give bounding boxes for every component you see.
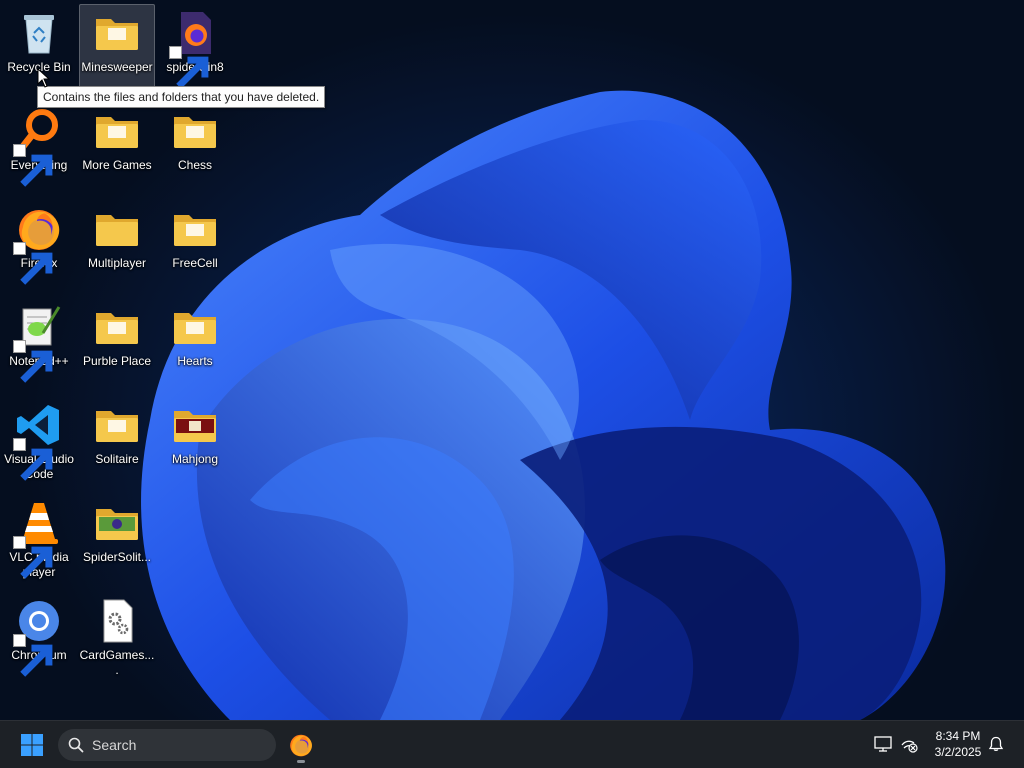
taskbar-firefox-button[interactable] xyxy=(283,725,319,765)
folder-icon xyxy=(171,107,219,155)
desktop-icon-vscode[interactable]: Visual Studio Code xyxy=(1,396,77,486)
desktop-icon-more-games[interactable]: More Games xyxy=(79,102,155,192)
clock-date: 3/2/2025 xyxy=(934,745,982,759)
everything-icon xyxy=(13,107,63,187)
desktop-icon-label: Mahjong xyxy=(171,452,219,466)
taskbar-search-box[interactable]: Search xyxy=(58,729,276,761)
folder-icon xyxy=(93,303,141,351)
desktop-icon-everything[interactable]: Everything xyxy=(1,102,77,192)
shortcut-arrow-icon xyxy=(169,46,209,89)
desktop-icon-label: Hearts xyxy=(177,354,213,368)
settings-file-icon xyxy=(93,597,141,645)
desktop-icon-minesweeper[interactable]: Minesweeper xyxy=(79,4,155,94)
desktop-icon-mahjong[interactable]: Mahjong xyxy=(157,396,233,486)
folder-icon xyxy=(93,401,141,449)
desktop-icon-purble-place[interactable]: Purble Place xyxy=(79,298,155,388)
recycle-icon xyxy=(15,9,63,57)
desktop-icon-chromium[interactable]: Chromium xyxy=(1,592,77,682)
desktop-icon-notepadpp[interactable]: Notepad++ xyxy=(1,298,77,388)
tray-network-icon[interactable] xyxy=(899,734,919,754)
desktop[interactable]: Recycle Bin Minesweeper spiderwin8 Every… xyxy=(0,0,1024,720)
vlc-icon xyxy=(13,499,63,579)
desktop-icon-label: Multiplayer xyxy=(87,256,147,270)
chromium-icon xyxy=(13,597,63,677)
folder-spider-icon xyxy=(93,499,141,547)
desktop-icon-label: Purble Place xyxy=(82,354,152,368)
desktop-icon-cardgames[interactable]: CardGames.... xyxy=(79,592,155,682)
taskbar-clock[interactable]: 8:34 PM 3/2/2025 xyxy=(926,728,990,760)
search-label: Search xyxy=(92,737,137,753)
taskbar: Search 8:34 PM 3/2/2025 xyxy=(0,720,1024,768)
mouse-cursor-icon xyxy=(37,68,51,88)
folder-icon xyxy=(171,205,219,253)
desktop-icon-multiplayer[interactable]: Multiplayer xyxy=(79,200,155,290)
folder-icon xyxy=(93,107,141,155)
desktop-icon-chess[interactable]: Chess xyxy=(157,102,233,192)
shortcut-arrow-icon xyxy=(13,438,53,481)
recycle-bin-tooltip: Contains the files and folders that you … xyxy=(37,86,326,108)
desktop-icon-solitaire[interactable]: Solitaire xyxy=(79,396,155,486)
clock-time: 8:34 PM xyxy=(935,729,981,743)
network-disconnected-icon xyxy=(901,740,918,753)
shortcut-arrow-icon xyxy=(13,340,53,383)
windows-logo-icon xyxy=(21,734,43,756)
shortcut-arrow-icon xyxy=(13,634,53,677)
desktop-icon-spiderwin8[interactable]: spiderwin8 xyxy=(157,4,233,94)
active-app-indicator xyxy=(297,760,305,763)
search-icon xyxy=(68,737,84,753)
desktop-icon-label: Solitaire xyxy=(95,452,139,466)
monitor-icon xyxy=(874,736,892,752)
vscode-icon xyxy=(13,401,63,481)
notepad-icon xyxy=(13,303,63,383)
tray-display-icon[interactable] xyxy=(873,734,893,754)
shortcut-arrow-icon xyxy=(13,536,53,579)
desktop-icon-label: Chess xyxy=(177,158,212,172)
folder-mahjong-icon xyxy=(171,401,219,449)
firefox-icon xyxy=(290,734,313,757)
desktop-icon-label: SpiderSolit... xyxy=(82,550,152,564)
folder-plain-icon xyxy=(93,205,141,253)
desktop-icon-label: Minesweeper xyxy=(81,60,153,74)
notifications-button[interactable] xyxy=(986,734,1006,754)
desktop-icon-label: CardGames.... xyxy=(79,648,155,677)
shortcut-arrow-icon xyxy=(13,242,53,285)
shortcut-arrow-icon xyxy=(13,144,53,187)
firefox-icon xyxy=(13,205,63,285)
firefox-file-icon xyxy=(169,9,219,89)
bell-icon xyxy=(988,736,1004,751)
desktop-icon-firefox[interactable]: Firefox xyxy=(1,200,77,290)
start-button[interactable] xyxy=(12,729,52,761)
folder-icon xyxy=(171,303,219,351)
desktop-icon-label: More Games xyxy=(82,158,152,172)
desktop-icon-freecell[interactable]: FreeCell xyxy=(157,200,233,290)
desktop-icon-label: FreeCell xyxy=(172,256,218,270)
desktop-icon-hearts[interactable]: Hearts xyxy=(157,298,233,388)
folder-icon xyxy=(93,9,141,57)
desktop-icon-spidersolitaire[interactable]: SpiderSolit... xyxy=(79,494,155,584)
desktop-icon-vlc[interactable]: VLC media player xyxy=(1,494,77,584)
